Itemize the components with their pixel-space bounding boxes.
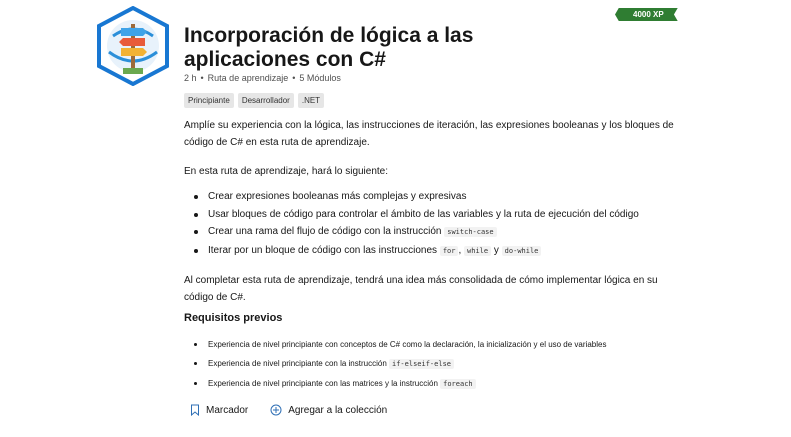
path-meta: 2 h • Ruta de aprendizaje • 5 Módulos xyxy=(184,73,341,83)
tag-level[interactable]: Principiante xyxy=(184,93,234,108)
signpost-badge-icon xyxy=(97,5,169,87)
bookmark-label: Marcador xyxy=(206,404,249,416)
objectives-lead: En esta ruta de aprendizaje, hará lo sig… xyxy=(184,166,389,177)
xp-badge: 4000 XP xyxy=(615,8,678,21)
duration: 2 h xyxy=(184,73,197,83)
list-item: Experiencia de nivel principiante con co… xyxy=(192,335,606,354)
outcome-paragraph: Al completar esta ruta de aprendizaje, t… xyxy=(184,275,658,303)
separator-dot: • xyxy=(292,73,296,83)
code-snippet: do-while xyxy=(501,245,542,256)
code-snippet: for xyxy=(439,245,459,256)
action-bar: Marcador Agregar a la colección xyxy=(190,404,387,416)
code-snippet: foreach xyxy=(440,379,476,389)
module-count: 5 Módulos xyxy=(299,73,341,83)
list-item: Experiencia de nivel principiante con la… xyxy=(192,374,606,394)
prerequisites-list: Experiencia de nivel principiante con co… xyxy=(192,335,606,394)
add-to-collection-button[interactable]: Agregar a la colección xyxy=(270,404,387,416)
separator-dot: • xyxy=(200,73,204,83)
bookmark-button[interactable]: Marcador xyxy=(190,404,248,416)
list-item: Crear una rama del flujo de código con l… xyxy=(192,223,639,242)
code-snippet: if-elseif-else xyxy=(389,359,455,369)
intro-paragraph: Amplíe su experiencia con la lógica, las… xyxy=(184,120,674,148)
add-to-collection-label: Agregar a la colección xyxy=(288,404,388,416)
prerequisites-heading: Requisitos previos xyxy=(184,312,283,324)
page-title: Incorporación de lógica a las aplicacion… xyxy=(184,24,474,71)
add-circle-icon xyxy=(270,404,282,416)
tag-role[interactable]: Desarrollador xyxy=(237,93,294,108)
list-item: Experiencia de nivel principiante con la… xyxy=(192,354,606,374)
tag-list: Principiante Desarrollador .NET xyxy=(184,93,325,108)
tag-product[interactable]: .NET xyxy=(297,93,325,108)
content-type: Ruta de aprendizaje xyxy=(207,73,289,83)
code-snippet: switch-case xyxy=(444,227,497,237)
list-item: Usar bloques de código para controlar el… xyxy=(192,206,639,224)
learning-path-badge xyxy=(95,5,171,87)
objectives-list: Crear expresiones booleanas más compleja… xyxy=(192,188,639,260)
bookmark-icon xyxy=(191,404,199,416)
list-item: Iterar por un bloque de código con las i… xyxy=(192,242,639,261)
code-snippet: while xyxy=(464,245,492,256)
list-item: Crear expresiones booleanas más compleja… xyxy=(192,188,639,206)
